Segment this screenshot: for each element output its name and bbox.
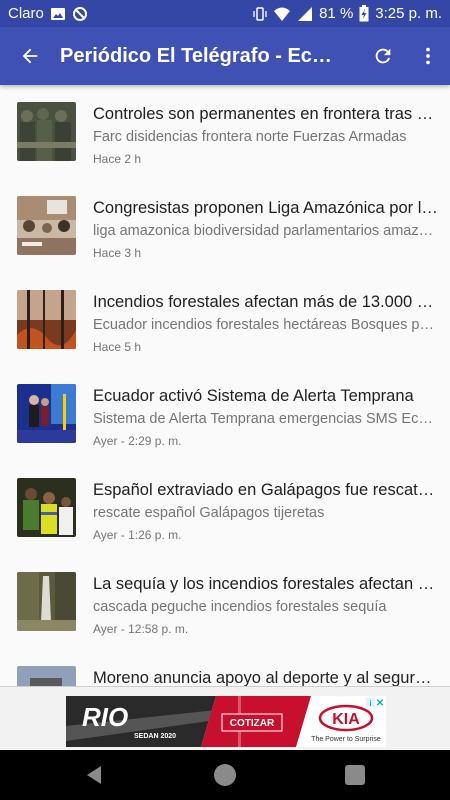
article-tags: rescate español Galápagos tijeretas xyxy=(93,505,325,521)
article-title: Incendios forestales afectan más de 13.0… xyxy=(93,293,438,311)
article-tags: Sistema de Alerta Temprana emergencias S… xyxy=(93,411,438,427)
article-tags: cascada peguche incendios forestales seq… xyxy=(93,599,387,615)
article-title: Controles son permanentes en frontera tr… xyxy=(93,105,438,123)
battery-charging-icon xyxy=(359,5,369,22)
ad-info-icon: i xyxy=(369,699,371,708)
article-item[interactable]: Incendios forestales afectan más de 13.0… xyxy=(0,273,450,367)
article-title: Ecuador activó Sistema de Alerta Tempran… xyxy=(93,387,414,405)
article-time: Hace 3 h xyxy=(93,246,142,260)
status-bar: Claro 81 % 3:25 p. m. xyxy=(0,0,450,27)
article-item[interactable]: La sequía y los incendios forestales afe… xyxy=(0,555,450,649)
app-bar: Periódico El Telégrafo - Ecuador Noticia… xyxy=(0,27,450,85)
article-time: Ayer - 2:29 p. m. xyxy=(93,434,182,448)
ad-banner[interactable]: RIO SEDAN 2020 COTIZAR KIA The Power to … xyxy=(66,696,386,747)
ad-cta-button: COTIZAR xyxy=(230,718,275,729)
article-list: Controles son permanentes en frontera tr… xyxy=(0,85,450,687)
battery-percent: 81 % xyxy=(319,5,354,22)
article-thumbnail xyxy=(17,666,76,687)
article-item[interactable]: Español extraviado en Galápagos fue resc… xyxy=(0,461,450,555)
ad-close-icon: ✕ xyxy=(376,698,384,709)
overflow-menu-button[interactable] xyxy=(405,27,450,85)
article-tags: Ecuador incendios forestales hectáreas B… xyxy=(93,317,438,333)
ad-model-sub: SEDAN 2020 xyxy=(134,733,176,740)
article-title: Moreno anuncia apoyo al deporte y al seg… xyxy=(93,669,438,687)
article-item[interactable]: Controles son permanentes en frontera tr… xyxy=(0,85,450,179)
carrier-label: Claro xyxy=(8,5,44,22)
article-thumbnail xyxy=(17,196,76,255)
article-title: Congresistas proponen Liga Amazónica por… xyxy=(93,199,438,217)
nav-recents-icon xyxy=(345,765,365,785)
navigation-bar xyxy=(0,750,450,800)
article-tags: liga amazonica biodiversidad parlamentar… xyxy=(93,223,438,239)
article-time: Hace 5 h xyxy=(93,340,142,354)
article-time: Ayer - 12:58 p. m. xyxy=(93,622,189,636)
back-button[interactable] xyxy=(0,27,60,85)
refresh-icon xyxy=(375,48,390,64)
wifi-icon xyxy=(274,7,291,21)
article-thumbnail xyxy=(17,290,76,349)
article-item[interactable]: Ecuador activó Sistema de Alerta Tempran… xyxy=(0,367,450,461)
article-title: La sequía y los incendios forestales afe… xyxy=(93,575,438,593)
nav-back-button[interactable] xyxy=(80,760,110,790)
ad-model-text: RIO xyxy=(82,702,128,732)
article-item[interactable]: Moreno anuncia apoyo al deporte y al seg… xyxy=(0,649,450,687)
nav-recents-button[interactable] xyxy=(340,760,370,790)
article-time: Hace 2 h xyxy=(93,152,142,166)
ad-brand-logo: KIA xyxy=(332,711,360,728)
ad-slogan: The Power to Surprise xyxy=(311,736,381,743)
clock: 3:25 p. m. xyxy=(375,5,442,22)
arrow-back-icon xyxy=(22,48,38,64)
article-thumbnail xyxy=(17,478,76,537)
article-thumbnail xyxy=(17,102,76,161)
image-notification-icon xyxy=(50,7,65,20)
nav-home-button[interactable] xyxy=(210,760,240,790)
nav-back-icon xyxy=(87,766,101,784)
article-thumbnail xyxy=(17,384,76,443)
article-time: Ayer - 1:26 p. m. xyxy=(93,528,182,542)
article-title: Español extraviado en Galápagos fue resc… xyxy=(93,481,438,499)
nav-home-icon xyxy=(214,764,236,786)
sync-disabled-icon xyxy=(72,6,87,21)
refresh-button[interactable] xyxy=(360,27,405,85)
more-vert-icon xyxy=(425,47,430,65)
page-title: Periódico El Telégrafo - Ecuador Noticia… xyxy=(60,44,340,67)
vibrate-icon xyxy=(253,6,267,21)
article-thumbnail xyxy=(17,572,76,631)
article-tags: Farc disidencias frontera norte Fuerzas … xyxy=(93,129,407,145)
article-item[interactable]: Congresistas proponen Liga Amazónica por… xyxy=(0,179,450,273)
ad-banner-container: RIO SEDAN 2020 COTIZAR KIA The Power to … xyxy=(0,687,450,750)
signal-icon xyxy=(298,6,313,21)
